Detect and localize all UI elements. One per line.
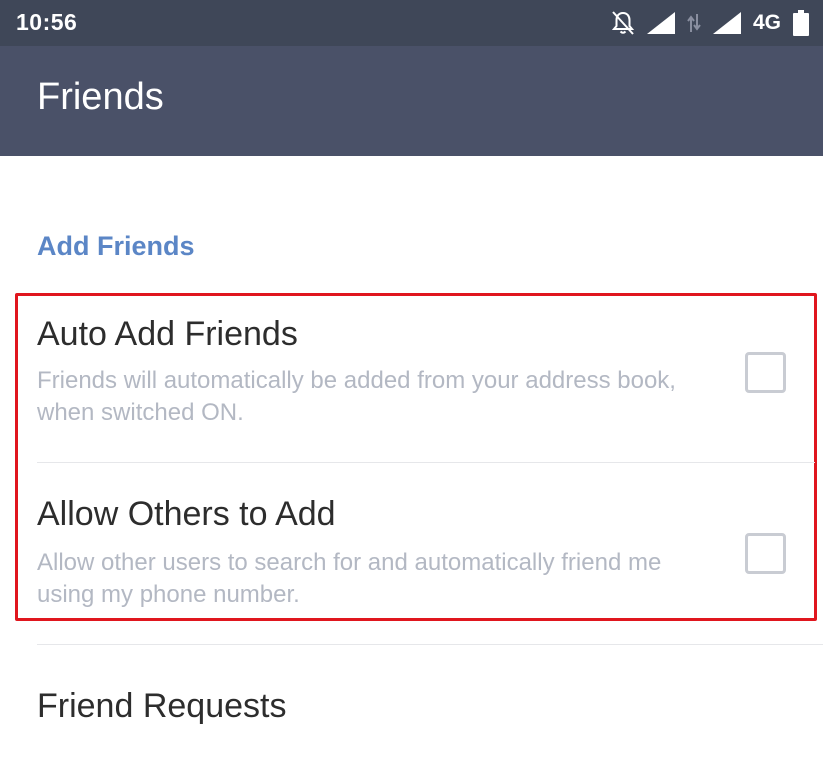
status-icons: 4G <box>611 8 809 38</box>
setting-description: Allow other users to search for and auto… <box>37 549 662 608</box>
network-type: 4G <box>752 11 781 34</box>
battery-icon <box>793 10 809 36</box>
section-header-add-friends: Add Friends <box>37 231 195 261</box>
status-time: 10:56 <box>16 9 78 35</box>
page-title: Friends <box>37 76 164 118</box>
auto-add-friends-checkbox[interactable] <box>745 352 786 393</box>
bell-off-icon <box>611 10 635 36</box>
settings-content: Add Friends Auto Add Friends Friends wil… <box>0 156 823 768</box>
app-bar: Friends <box>0 46 823 156</box>
setting-description: Friends will automatically be added from… <box>37 367 676 426</box>
setting-friend-requests[interactable]: Friend Requests <box>0 645 823 768</box>
signal-icon <box>646 12 675 34</box>
setting-title: Allow Others to Add <box>37 495 336 533</box>
setting-title: Auto Add Friends <box>37 315 298 353</box>
signal-icon <box>712 12 741 34</box>
data-arrows-icon <box>687 12 701 34</box>
setting-allow-others-to-add[interactable]: Allow Others to Add Allow other users to… <box>0 463 823 621</box>
allow-others-to-add-checkbox[interactable] <box>745 533 786 574</box>
status-bar: 10:56 4G <box>0 0 823 46</box>
friend-requests-title: Friend Requests <box>37 687 287 725</box>
setting-auto-add-friends[interactable]: Auto Add Friends Friends will automatica… <box>0 295 823 463</box>
